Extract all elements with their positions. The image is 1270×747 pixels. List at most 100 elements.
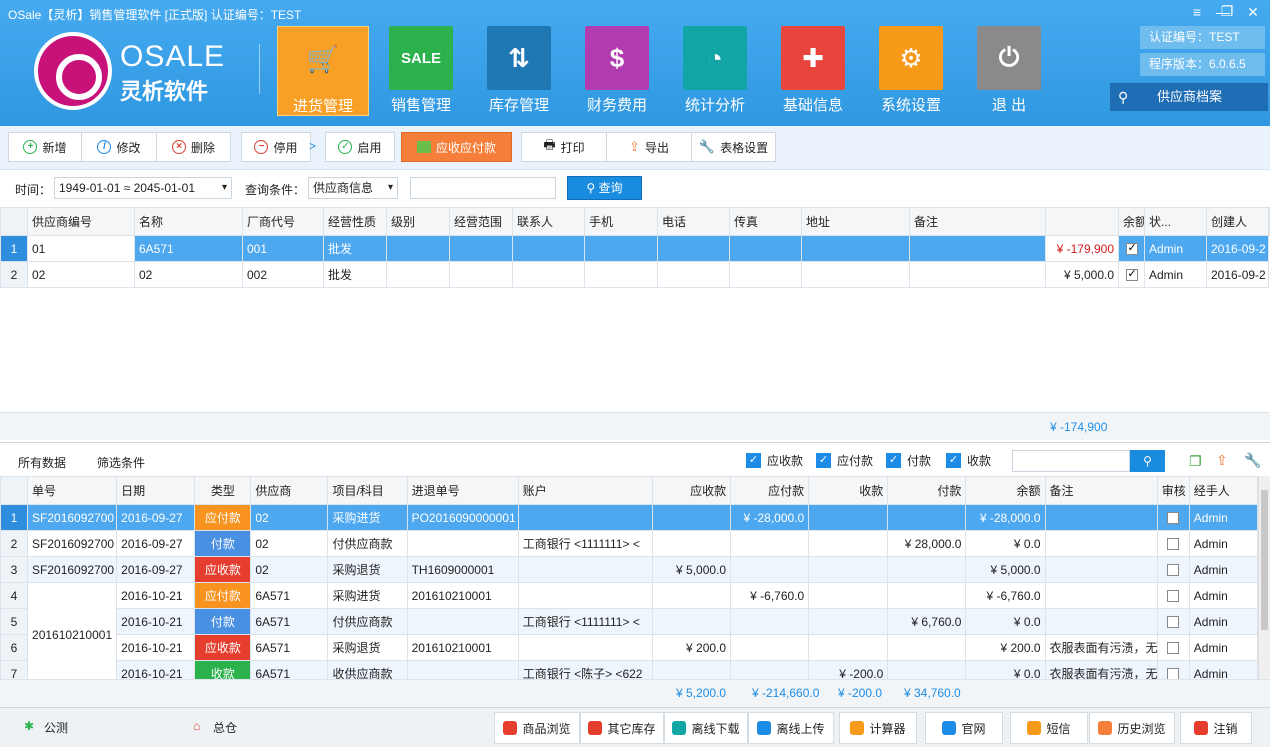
column-header[interactable]: 项目/科目 [327,476,408,505]
bottom-button-5[interactable]: 官网 [925,712,1003,744]
audit-checkbox[interactable] [1167,538,1180,551]
column-header[interactable]: 类型 [194,476,252,505]
column-header[interactable]: 联系人 [512,207,585,236]
column-header[interactable]: 级别 [386,207,450,236]
nav-6[interactable]: ⚙ 系统设置 [865,26,957,116]
bottom-button-1[interactable]: 其它库存 [580,712,664,744]
table-cell: ¥ 28,000.0 [887,530,967,557]
condition-select[interactable]: 供应商信息 [308,177,398,199]
filter-checkbox[interactable]: ✓ 应付款 [816,452,873,469]
column-header[interactable]: 厂商代号 [242,207,324,236]
bottom-button-7[interactable]: 历史浏览 [1089,712,1175,744]
copy-icon[interactable]: ❐ [1189,453,1202,470]
export-icon[interactable]: ⇪ [1216,452,1228,469]
column-header[interactable]: 应收款 [651,476,732,505]
add-button[interactable]: + 新增 [8,132,82,162]
table-row[interactable]: 20202002批发¥ 5,000.0Admin2016-09-2 [0,261,1270,288]
column-header[interactable]: 余额 [1118,207,1145,236]
nav-5[interactable]: ✚ 基础信息 [767,26,859,116]
delete-button[interactable]: × 删除 [156,132,231,162]
tab-filter[interactable]: 筛选条件 [97,454,145,471]
query-button[interactable]: ⚲ 查询 [567,176,642,200]
table-row[interactable]: 6 2016-10-21 应收款 6A571 采购退货 201610210001 ¥ 200… [0,634,1258,661]
date-range-select[interactable]: 1949-01-01 ≈ 2045-01-01 [54,177,232,199]
column-header[interactable]: 经营性质 [323,207,387,236]
column-header[interactable]: 电话 [657,207,730,236]
query-input[interactable] [410,177,556,199]
column-header[interactable]: 名称 [134,207,243,236]
table-row[interactable]: 7 2016-10-21 收款 6A571 收供应商款 工商银行 <陈子> <622 ¥ -… [0,660,1258,679]
supplier-archive-search[interactable]: ⚲ 供应商档案 [1110,83,1268,111]
column-header[interactable]: 备注 [909,207,1046,236]
column-header[interactable]: 收款 [808,476,889,505]
print-button[interactable]: 🖶 打印 [521,132,607,162]
table-row[interactable]: 3 SF2016092700 2016-09-27 应收款 02 采购退货 TH160900… [0,556,1258,583]
menu-icon[interactable]: ≡ [1186,4,1208,20]
column-header[interactable]: 日期 [116,476,196,505]
nav-0[interactable]: 🛒 进货管理 [277,26,369,116]
column-header[interactable]: 传真 [729,207,802,236]
column-header[interactable]: 供应商编号 [27,207,135,236]
column-header[interactable]: 备注 [1044,476,1158,505]
close-icon[interactable]: ✕ [1242,4,1264,21]
column-header[interactable]: 状... [1144,207,1207,236]
table-row[interactable]: 1016A571001批发 ¥ -179,900 Admin2016-09-2 [0,235,1270,262]
nav-1[interactable]: SALE 销售管理 [375,26,467,116]
audit-checkbox[interactable] [1167,564,1180,577]
column-header[interactable]: 进退单号 [406,476,519,505]
table-cell: 3 [0,556,29,583]
column-header[interactable]: 审核 [1156,476,1190,505]
filter-checkbox[interactable]: ✓ 应收款 [746,452,803,469]
export-button[interactable]: ⇪ 导出 [606,132,692,162]
column-header[interactable]: 地址 [801,207,910,236]
detail-search-input[interactable] [1012,450,1130,472]
column-header[interactable]: 创建时间 [1268,207,1270,236]
enable-button[interactable]: ✓ 启用 [325,132,395,162]
bottom-button-3[interactable]: 离线上传 [748,712,834,744]
table-settings-button[interactable]: 🔧 表格设置 [691,132,776,162]
bottom-button-2[interactable]: 离线下载 [664,712,748,744]
restore-icon[interactable]: ❐ [1216,3,1238,20]
edit-button[interactable]: / 修改 [81,132,157,162]
detail-search-button[interactable]: ⚲ [1130,450,1165,472]
column-header[interactable]: 账户 [517,476,653,505]
nav-7[interactable]: ⏻ 退 出 [963,26,1055,116]
column-header[interactable]: 创建人 [1206,207,1269,236]
table-cell [808,608,889,635]
status-checkbox[interactable] [1125,241,1138,256]
nav-2[interactable]: ⇅ 库存管理 [473,26,565,116]
disable-button[interactable]: − 停用 [241,132,311,162]
table-row[interactable]: 4 201610210001 2016-10-21 应付款 6A571 采购进货 20161… [0,582,1258,679]
wrench-icon[interactable]: 🔧 [1244,452,1261,469]
column-header[interactable]: 手机 [584,207,658,236]
audit-checkbox[interactable] [1167,590,1180,603]
table-row[interactable]: 5 2016-10-21 付款 6A571 付供应商款 工商银行 <1111111> < ¥… [0,608,1258,635]
column-header[interactable]: 应付款 [730,476,810,505]
column-header[interactable]: 供应商 [250,476,329,505]
column-header[interactable]: 付款 [887,476,967,505]
column-header[interactable]: 经营范围 [449,207,513,236]
tab-all-data[interactable]: 所有数据 [18,454,66,471]
status-checkbox[interactable] [1125,267,1138,282]
bottom-button-6[interactable]: 短信 [1010,712,1088,744]
audit-checkbox[interactable] [1167,512,1180,525]
receivable-payable-button[interactable]: 应收应付款 [401,132,512,162]
table-row[interactable]: 2 SF2016092700 2016-09-27 付款 02 付供应商款 工商银行 <11… [0,530,1258,557]
nav-4[interactable]: ◔ 统计分析 [669,26,761,116]
column-header[interactable]: 单号 [27,476,118,505]
bottom-button-4[interactable]: 计算器 [839,712,917,744]
bottom-button-8[interactable]: 注销 [1180,712,1252,744]
filter-checkbox[interactable]: ✓ 收款 [946,452,991,469]
vertical-scrollbar[interactable] [1258,476,1270,679]
column-header[interactable]: 余额 [965,476,1046,505]
audit-checkbox[interactable] [1167,616,1180,629]
table-row[interactable]: 1 SF2016092700 2016-09-27 应付款 02 采购进货 PO201609… [0,504,1258,531]
bottom-button-0[interactable]: 商品浏览 [494,712,580,744]
logo-icon [34,32,112,110]
scrollbar-thumb[interactable] [1261,490,1268,630]
column-header[interactable]: 经手人 [1188,476,1258,505]
nav-3[interactable]: $ 财务费用 [571,26,663,116]
filter-checkbox[interactable]: ✓ 付款 [886,452,931,469]
audit-checkbox[interactable] [1167,668,1180,679]
audit-checkbox[interactable] [1167,642,1180,655]
